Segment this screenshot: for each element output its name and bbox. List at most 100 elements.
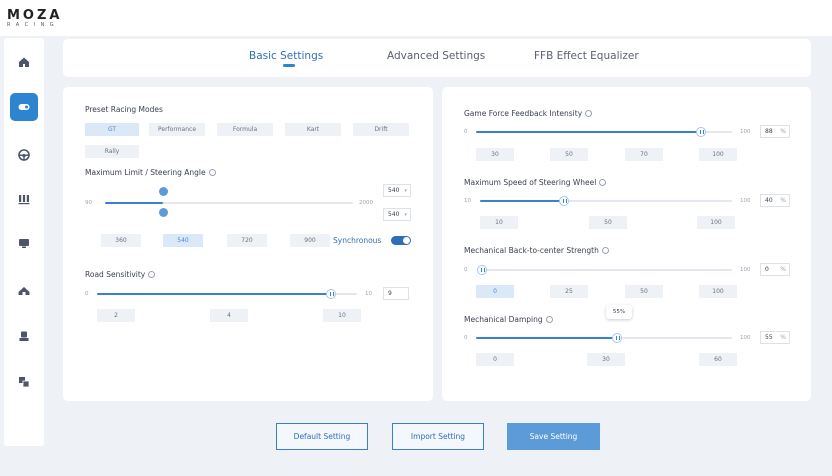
ffb-preset-50[interactable]: 50 [550,148,588,161]
damping-fill [476,337,617,339]
sidebar-item-steering-wheel[interactable] [10,141,38,169]
damping-value-box[interactable]: 55% [760,331,790,344]
tab-advanced-settings[interactable]: Advanced Settings [387,50,485,62]
steering-angle-slider[interactable] [105,187,353,217]
max-speed-min: 10 [464,198,471,204]
sidebar-item-multi-device[interactable] [10,368,38,396]
import-setting-button[interactable]: Import Setting [392,423,484,450]
ffb-preset-70[interactable]: 70 [625,148,663,161]
ffb-preset-30[interactable]: 30 [476,148,514,161]
info-icon[interactable] [148,270,156,278]
toggle-knob [403,237,410,244]
synchronous-toggle[interactable] [391,236,411,245]
damping-handle[interactable] [611,333,622,343]
moza-racing-logo: MOZA RACING [7,9,79,29]
road-sensitivity-slider[interactable] [97,289,357,299]
damping-preset-60[interactable]: 60 [699,353,737,366]
road-sensitivity-label: Road Sensitivity [85,270,156,279]
ffb-preset-100[interactable]: 100 [699,148,737,161]
chevron-down-icon: ▾ [404,211,407,218]
save-setting-button[interactable]: Save Setting [507,423,600,450]
road-sensitivity-fill [97,293,331,295]
btc-preset-100[interactable]: 100 [699,285,737,298]
steering-preset-540[interactable]: 540 [163,234,203,247]
chevron-down-icon: ▾ [404,187,407,194]
preset-mode-formula[interactable]: Formula [217,123,273,136]
sidebar-item-shifter[interactable] [10,277,38,305]
steering-wheel-icon [18,149,30,161]
damping-value-tooltip: 55% [606,305,632,319]
logo-sub-text: RACING [7,22,60,28]
handbrake-icon [19,331,29,341]
ffb-intensity-slider[interactable] [476,127,732,137]
speed-preset-50[interactable]: 50 [589,216,627,229]
preset-mode-gt[interactable]: GT [85,123,139,136]
btc-preset-50[interactable]: 50 [625,285,663,298]
btc-preset-25[interactable]: 25 [550,285,588,298]
ffb-intensity-value-box[interactable]: 88% [760,125,790,138]
home-icon [19,57,29,67]
damping-preset-0[interactable]: 0 [476,353,514,366]
steering-angle-min: 90 [85,200,92,206]
back-to-center-value-box[interactable]: 0% [760,263,790,276]
damping-preset-30[interactable]: 30 [587,353,625,366]
back-to-center-slider[interactable] [477,265,732,275]
steering-angle-value-box[interactable]: 540 ▾ [383,208,411,221]
info-icon[interactable] [208,168,216,176]
steering-preset-900[interactable]: 900 [290,234,330,247]
damping-max: 100 [740,335,751,341]
info-icon[interactable] [599,178,607,186]
sidebar-item-home[interactable] [10,48,38,76]
road-sensitivity-min: 0 [85,291,89,297]
max-speed-handle[interactable] [559,196,569,206]
active-tab-indicator [283,64,295,67]
tab-bar: Basic Settings Advanced Settings FFB Eff… [63,39,811,77]
synchronous-label: Synchronous [333,236,382,245]
ffb-intensity-min: 0 [464,129,468,135]
back-to-center-max: 100 [740,267,751,273]
max-limit-handle[interactable] [158,187,168,196]
sidebar-item-dashboard[interactable] [10,229,38,257]
ffb-intensity-max: 100 [740,129,751,135]
max-speed-value-box[interactable]: 40% [760,194,790,207]
road-preset-10[interactable]: 10 [323,309,361,322]
ffb-intensity-fill [476,131,702,133]
road-sensitivity-handle[interactable] [326,289,336,299]
steering-angle-handle[interactable] [158,208,168,217]
preset-mode-rally[interactable]: Rally [85,145,139,158]
info-icon[interactable] [545,315,553,323]
logo-main-text: MOZA [7,8,63,23]
steering-angle-max: 2000 [359,200,373,206]
sidebar [4,38,44,446]
back-to-center-handle[interactable] [477,265,487,275]
speed-preset-10[interactable]: 10 [480,216,518,229]
default-setting-button[interactable]: Default Setting [276,423,368,450]
steering-preset-720[interactable]: 720 [227,234,267,247]
preset-modes-label: Preset Racing Modes [85,105,163,114]
preset-mode-performance[interactable]: Performance [149,123,205,136]
steering-preset-360[interactable]: 360 [101,234,141,247]
sidebar-item-pedals[interactable] [10,185,38,213]
max-limit-value-box[interactable]: 540 ▾ [383,184,411,197]
preset-mode-drift[interactable]: Drift [353,123,409,136]
title-bar: MOZA RACING [0,0,832,36]
damping-slider[interactable] [476,333,732,343]
tab-basic-settings[interactable]: Basic Settings [249,50,323,62]
info-icon[interactable] [601,246,609,254]
ffb-intensity-handle[interactable] [696,127,707,137]
speed-preset-100[interactable]: 100 [697,216,735,229]
tab-ffb-effect-equalizer[interactable]: FFB Effect Equalizer [534,50,639,62]
road-sensitivity-value-box[interactable]: 9 [383,287,409,300]
dashboard-icon [19,239,29,248]
max-speed-fill [480,200,564,202]
preset-mode-kart[interactable]: Kart [285,123,341,136]
sidebar-item-wheelbase[interactable] [10,93,38,121]
steering-angle-label: Maximum Limit / Steering Angle [85,168,216,177]
info-icon[interactable] [585,109,593,117]
multi-device-icon [19,377,30,388]
sidebar-item-handbrake[interactable] [10,322,38,350]
max-speed-slider[interactable] [480,196,732,206]
btc-preset-0[interactable]: 0 [476,285,514,298]
road-preset-4[interactable]: 4 [210,309,248,322]
road-preset-2[interactable]: 2 [97,309,135,322]
